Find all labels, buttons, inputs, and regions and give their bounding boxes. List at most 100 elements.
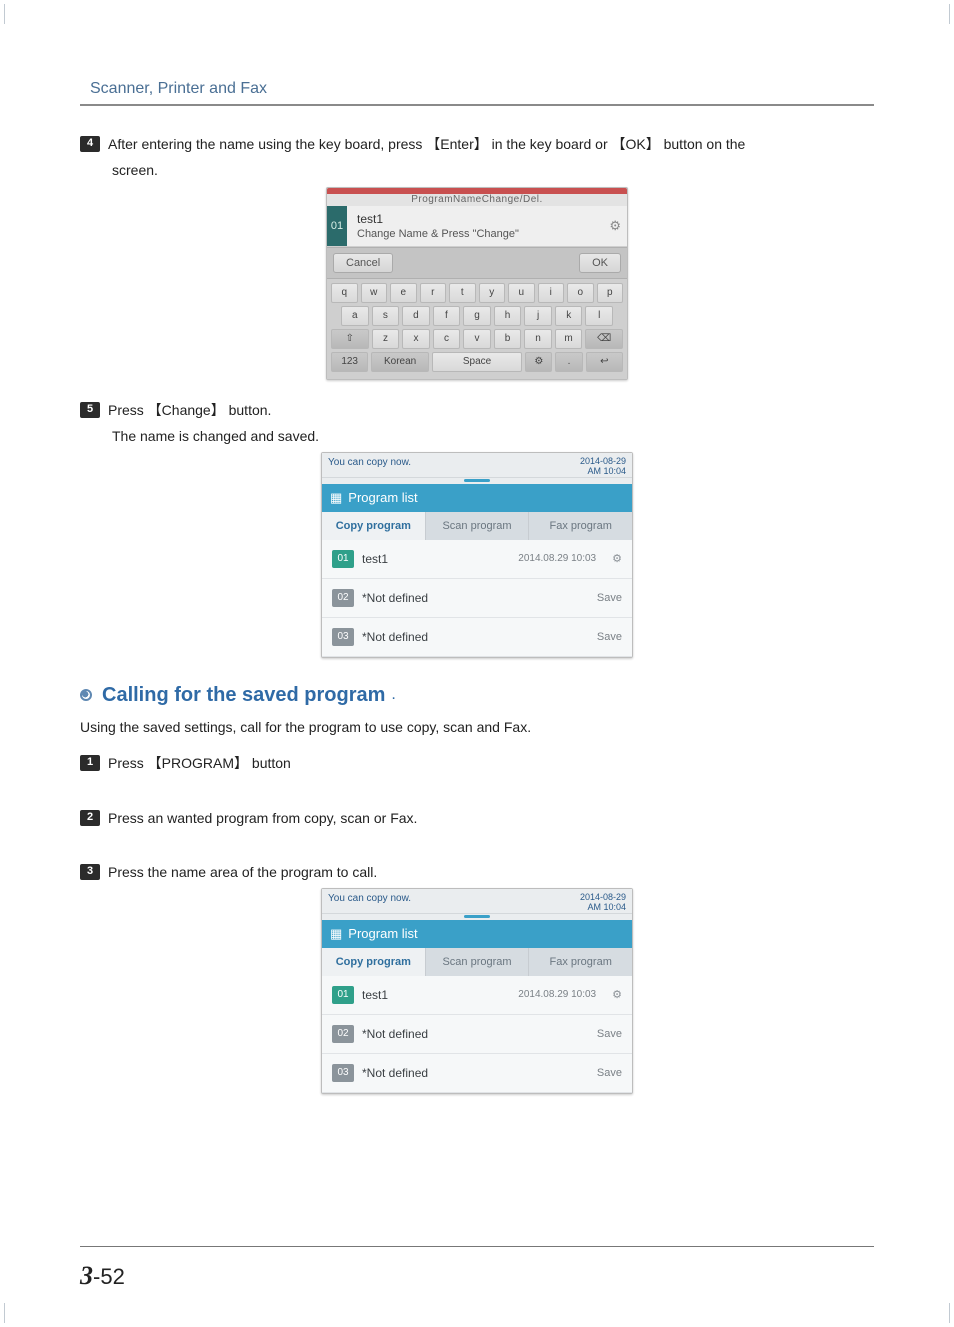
title-rule (80, 104, 874, 106)
slot-badge-01: 01 (332, 986, 354, 1004)
step4-continued: screen. (112, 160, 874, 180)
key-z[interactable]: z (372, 329, 400, 349)
program-list-icon: ▦ (330, 490, 342, 506)
subsection-intro: Using the saved settings, call for the p… (80, 717, 874, 737)
tab-fax-program[interactable]: Fax program (529, 948, 632, 976)
key-d[interactable]: d (402, 306, 430, 326)
program-list-header: ▦ Program list (322, 484, 632, 512)
program-name: *Not defined (362, 1066, 589, 1080)
key-a[interactable]: a (341, 306, 369, 326)
list-item[interactable]: 01 test1 2014.08.29 10:03 ⚙ (322, 540, 632, 579)
program-list-screenshot-2: You can copy now. 2014-08-29AM 10:04 ▦ P… (321, 888, 633, 1094)
section-title: Scanner, Printer and Fax (90, 80, 874, 98)
key-b[interactable]: b (494, 329, 522, 349)
program-date: 2014.08.29 10:03 (518, 989, 596, 1000)
key-k[interactable]: k (555, 306, 583, 326)
key-shift[interactable]: ⇧ (331, 329, 369, 349)
status-message: You can copy now. (328, 893, 411, 913)
key-f[interactable]: f (433, 306, 461, 326)
onscreen-keyboard: q w e r t y u i o p a s d f g h (327, 279, 627, 379)
key-u[interactable]: u (508, 283, 535, 303)
program-name: test1 (362, 552, 510, 566)
tab-scan-program[interactable]: Scan program (426, 948, 530, 976)
program-list-icon: ▦ (330, 926, 342, 942)
key-123[interactable]: 123 (331, 352, 368, 372)
key-g[interactable]: g (463, 306, 491, 326)
step-badge-4: 4 (80, 136, 100, 152)
key-p[interactable]: p (597, 283, 624, 303)
key-n[interactable]: n (524, 329, 552, 349)
key-y[interactable]: y (479, 283, 506, 303)
key-x[interactable]: x (402, 329, 430, 349)
step-badge-2: 2 (80, 810, 100, 826)
save-button[interactable]: Save (597, 1067, 622, 1079)
gear-icon[interactable]: ⚙ (609, 218, 627, 234)
key-m[interactable]: m (555, 329, 583, 349)
slot-badge-01: 01 (332, 550, 354, 568)
subsection-title-period: . (391, 686, 395, 704)
key-q[interactable]: q (331, 283, 358, 303)
program-name: *Not defined (362, 1027, 589, 1041)
tab-scan-program[interactable]: Scan program (426, 512, 530, 540)
key-language[interactable]: Korean (371, 352, 429, 372)
step5-continued: The name is changed and saved. (112, 426, 874, 446)
program-name: *Not defined (362, 630, 589, 644)
program-list-screenshot-1: You can copy now. 2014-08-29AM 10:04 ▦ P… (321, 452, 633, 658)
slot-badge-03: 03 (332, 628, 354, 646)
tab-copy-program[interactable]: Copy program (322, 948, 426, 976)
step-badge-3: 3 (80, 864, 100, 880)
slot-number-badge: 01 (327, 206, 347, 246)
program-name: *Not defined (362, 591, 589, 605)
gear-icon[interactable]: ⚙ (612, 552, 622, 565)
list-item[interactable]: 03 *Not defined Save (322, 1054, 632, 1093)
key-l[interactable]: l (585, 306, 613, 326)
key-h[interactable]: h (494, 306, 522, 326)
key-backspace[interactable]: ⌫ (585, 329, 623, 349)
key-i[interactable]: i (538, 283, 565, 303)
slot-badge-02: 02 (332, 1025, 354, 1043)
name-hint: Change Name & Press "Change" (357, 228, 599, 240)
slot-badge-03: 03 (332, 1064, 354, 1082)
key-period[interactable]: . (555, 352, 582, 372)
key-r[interactable]: r (420, 283, 447, 303)
save-button[interactable]: Save (597, 592, 622, 604)
tab-fax-program[interactable]: Fax program (529, 512, 632, 540)
step-badge-5: 5 (80, 402, 100, 418)
save-button[interactable]: Save (597, 1028, 622, 1040)
name-input[interactable]: test1 (357, 210, 599, 228)
key-v[interactable]: v (463, 329, 491, 349)
key-enter[interactable]: ↩ (586, 352, 623, 372)
gear-icon[interactable]: ⚙ (612, 988, 622, 1001)
key-o[interactable]: o (567, 283, 594, 303)
stepA-text: Press 【PROGRAM】 button (108, 753, 874, 773)
stepC-text: Press the name area of the program to ca… (108, 862, 874, 882)
key-settings-icon[interactable]: ⚙ (525, 352, 552, 372)
key-s[interactable]: s (372, 306, 400, 326)
status-datetime: 2014-08-29AM 10:04 (580, 457, 626, 477)
list-item[interactable]: 02 *Not defined Save (322, 1015, 632, 1054)
key-e[interactable]: e (390, 283, 417, 303)
bullet-icon (80, 689, 92, 701)
key-j[interactable]: j (524, 306, 552, 326)
list-item[interactable]: 01 test1 2014.08.29 10:03 ⚙ (322, 976, 632, 1015)
subsection-title: Calling for the saved program (102, 684, 385, 707)
tab-copy-program[interactable]: Copy program (322, 512, 426, 540)
list-item[interactable]: 03 *Not defined Save (322, 618, 632, 657)
ok-button[interactable]: OK (579, 253, 621, 273)
cancel-button[interactable]: Cancel (333, 253, 393, 273)
program-list-header: ▦ Program list (322, 920, 632, 948)
key-w[interactable]: w (361, 283, 388, 303)
stepB-text: Press an wanted program from copy, scan … (108, 808, 874, 828)
program-date: 2014.08.29 10:03 (518, 553, 596, 564)
save-button[interactable]: Save (597, 631, 622, 643)
program-name: test1 (362, 988, 510, 1002)
status-datetime: 2014-08-29AM 10:04 (580, 893, 626, 913)
step5-text: Press 【Change】 button. (108, 400, 874, 420)
key-c[interactable]: c (433, 329, 461, 349)
status-message: You can copy now. (328, 457, 411, 477)
list-item[interactable]: 02 *Not defined Save (322, 579, 632, 618)
key-space[interactable]: Space (432, 352, 522, 372)
key-t[interactable]: t (449, 283, 476, 303)
dialog-title: ProgramNameChange/Del. (327, 194, 627, 206)
slot-badge-02: 02 (332, 589, 354, 607)
